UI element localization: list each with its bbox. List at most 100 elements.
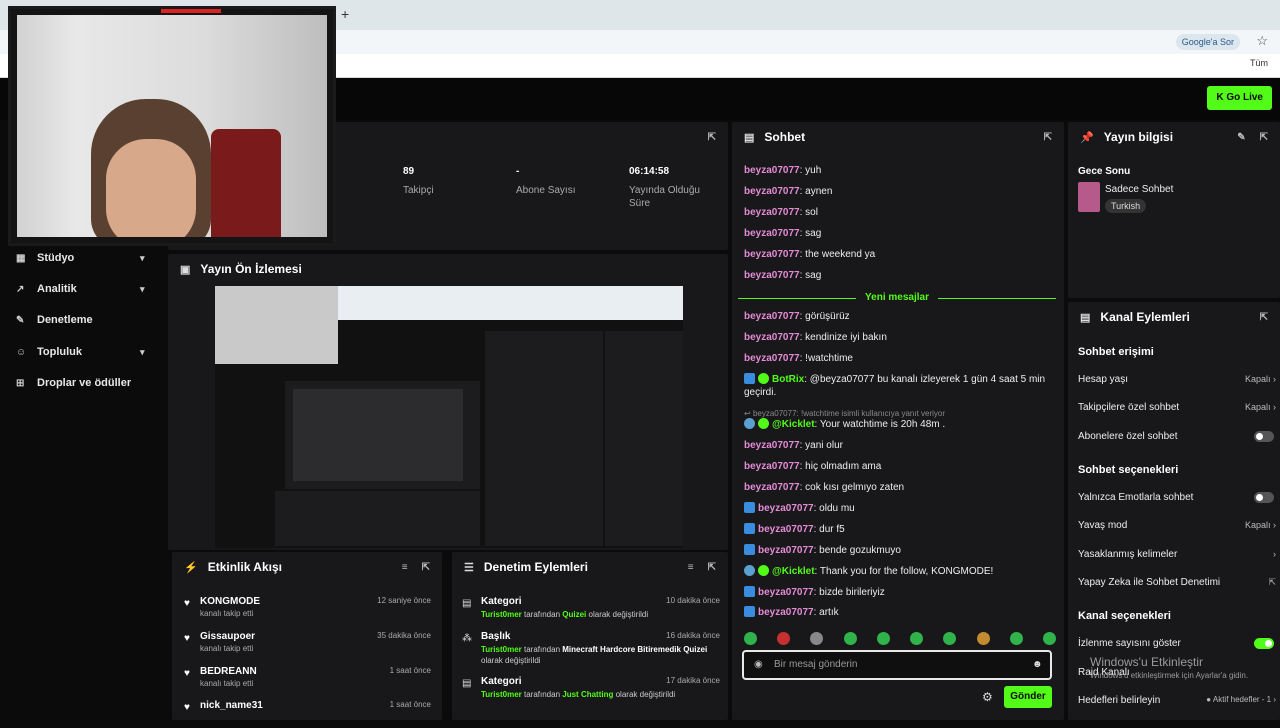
- emoji-icon[interactable]: ☻: [1032, 659, 1043, 670]
- banned-words-setting[interactable]: Yasaklanmış kelimeler ›: [1078, 549, 1278, 560]
- chat-username[interactable]: @Kicklet: [772, 566, 815, 577]
- chat-username[interactable]: beyza07077: [744, 353, 800, 364]
- emote-only-toggle[interactable]: [1254, 492, 1274, 503]
- list-icon: ☰: [464, 561, 474, 574]
- preview-browser: [338, 286, 683, 320]
- chat-username[interactable]: beyza07077: [758, 607, 814, 618]
- google-ask-chip[interactable]: Google'a Sor: [1175, 34, 1240, 50]
- action-value: Minecraft Hardcore Bitiremedik Quizei: [562, 645, 708, 654]
- reply-hint: ↩ beyza07077: !watchtime isimli kullanıc…: [744, 407, 1056, 420]
- slow-mode-setting[interactable]: Yavaş mod Kapalı ›: [1078, 520, 1278, 531]
- follower-name[interactable]: Gissaupoer: [200, 631, 255, 642]
- list-item: ♥ Gissaupoer kanalı takip etti 35 dakika ön…: [184, 631, 439, 659]
- chat-text: : cok kısı gelmıyo zaten: [799, 482, 905, 493]
- chat-text: : oldu mu: [813, 503, 855, 514]
- follower-name[interactable]: BEDREANN: [200, 666, 257, 677]
- chat-username[interactable]: beyza07077: [744, 249, 800, 260]
- filter-icon[interactable]: ≡: [688, 562, 694, 573]
- chat-username[interactable]: beyza07077: [744, 311, 800, 322]
- chat-text: : hiç olmadım ama: [799, 461, 882, 472]
- chat-username[interactable]: @Kicklet: [772, 419, 815, 430]
- chat-username[interactable]: beyza07077: [744, 482, 800, 493]
- emote-icon[interactable]: [1042, 632, 1056, 645]
- chat-username[interactable]: beyza07077: [744, 186, 800, 197]
- emote-icon[interactable]: [876, 632, 890, 645]
- chat-username[interactable]: beyza07077: [744, 165, 800, 176]
- emote-icon[interactable]: [1009, 632, 1023, 645]
- chat-username[interactable]: BotRix: [772, 374, 804, 385]
- emote-icon[interactable]: [777, 632, 791, 645]
- subs-only-toggle[interactable]: [1254, 431, 1274, 442]
- show-viewers-toggle[interactable]: [1254, 638, 1274, 649]
- sidebar-item-analytics[interactable]: ↗ Analitik ▾: [16, 279, 145, 299]
- goals-setting[interactable]: Hedefleri belirleyin ● Aktif hedefler - 1…: [1078, 695, 1278, 706]
- bookmarks-folder[interactable]: Tüm: [1250, 58, 1280, 68]
- chat-username[interactable]: beyza07077: [758, 587, 814, 598]
- mod-user: Turist0mer: [481, 610, 522, 619]
- edit-icon[interactable]: ✎: [1237, 132, 1245, 143]
- chat-text: : sag: [799, 270, 822, 281]
- bookmark-star-icon[interactable]: ☆: [1256, 33, 1268, 49]
- category-name[interactable]: Sadece Sohbet: [1105, 184, 1173, 195]
- account-age-setting[interactable]: Hesap yaşı Kapalı ›: [1078, 374, 1278, 385]
- emote-bar: [744, 632, 1056, 646]
- category-icon: ▤: [462, 678, 472, 689]
- preview-activity: [275, 491, 480, 546]
- go-live-button[interactable]: K Go Live: [1207, 86, 1272, 110]
- new-messages-label: Yeni mesajlar: [861, 292, 933, 303]
- new-tab-button[interactable]: +: [341, 6, 349, 22]
- chat-text: : görüşürüz: [799, 311, 850, 322]
- emote-icon[interactable]: [843, 632, 857, 645]
- chat-username[interactable]: beyza07077: [744, 207, 800, 218]
- stat-uptime: 06:14:58 Yayında Olduğu Süre: [629, 166, 709, 210]
- show-viewers-setting: İzlenme sayısını göster: [1078, 638, 1278, 649]
- filter-icon[interactable]: ≡: [402, 562, 408, 573]
- follower-name[interactable]: nick_name31: [200, 700, 263, 711]
- follower-name[interactable]: KONGMODE: [200, 596, 260, 607]
- popout-icon[interactable]: ⇱: [708, 562, 716, 573]
- emote-icon[interactable]: [976, 632, 990, 645]
- chat-username[interactable]: beyza07077: [744, 270, 800, 281]
- chat-username[interactable]: beyza07077: [758, 503, 814, 514]
- emote-icon[interactable]: [910, 632, 924, 645]
- chat-settings-icon[interactable]: ⚙: [982, 690, 993, 704]
- chat-username[interactable]: beyza07077: [744, 440, 800, 451]
- preview-icon: ▣: [180, 263, 191, 276]
- sidebar-item-drops[interactable]: ⊞ Droplar ve ödüller: [16, 373, 131, 393]
- popout-icon[interactable]: ⇱: [1260, 312, 1268, 323]
- setting-label: Hesap yaşı: [1078, 374, 1129, 385]
- popout-icon[interactable]: ⇱: [708, 132, 716, 143]
- channel-title: Kanal Eylemleri: [1100, 310, 1190, 324]
- list-item: ⁂ Başlık 16 dakika önce Turist0mer tarafınd…: [462, 631, 720, 671]
- setting-label: Yavaş mod: [1078, 520, 1128, 531]
- send-button[interactable]: Gönder: [1004, 686, 1052, 708]
- sidebar-item-studio[interactable]: ▦ Stüdyo ▾: [16, 248, 145, 268]
- popout-icon[interactable]: ⇱: [422, 562, 430, 573]
- chat-username[interactable]: beyza07077: [758, 524, 814, 535]
- chat-input[interactable]: ◉ Bir mesaj gönderin ☻: [742, 650, 1052, 680]
- chat-text: : yani olur: [799, 440, 843, 451]
- chat-username[interactable]: beyza07077: [744, 228, 800, 239]
- chat-username[interactable]: beyza07077: [758, 545, 814, 556]
- stream-preview-video[interactable]: [215, 286, 683, 548]
- emote-icon[interactable]: [810, 632, 824, 645]
- sidebar-item-community[interactable]: ☺ Topluluk ▾: [16, 342, 145, 362]
- category-icon: ▤: [462, 598, 472, 609]
- sidebar-item-moderation[interactable]: ✎ Denetleme: [16, 310, 93, 330]
- followers-only-setting[interactable]: Takipçilere özel sohbet Kapalı ›: [1078, 402, 1278, 413]
- chat-username[interactable]: beyza07077: [744, 332, 800, 343]
- emote-icon[interactable]: [744, 632, 757, 645]
- event-desc: kanalı takip etti: [200, 644, 254, 653]
- setting-label: Hedefleri belirleyin: [1078, 695, 1161, 706]
- stat-followers: 89 Takipçi: [403, 166, 434, 197]
- ai-moderation-setting[interactable]: Yapay Zeka ile Sohbet Denetimi ⇱: [1078, 577, 1278, 588]
- list-item: ▤ Kategori 10 dakika önce Turist0mer tarafı…: [462, 596, 720, 636]
- emote-icon[interactable]: [943, 632, 957, 645]
- action-time: 17 dakika önce: [666, 676, 720, 685]
- robot-badge-icon: [744, 565, 755, 576]
- popout-icon[interactable]: ⇱: [1260, 132, 1268, 143]
- chat-username[interactable]: beyza07077: [744, 461, 800, 472]
- setting-value: Kapalı ›: [1244, 520, 1276, 530]
- popout-icon[interactable]: ⇱: [1044, 132, 1052, 143]
- chat-title: Sohbet: [764, 130, 806, 144]
